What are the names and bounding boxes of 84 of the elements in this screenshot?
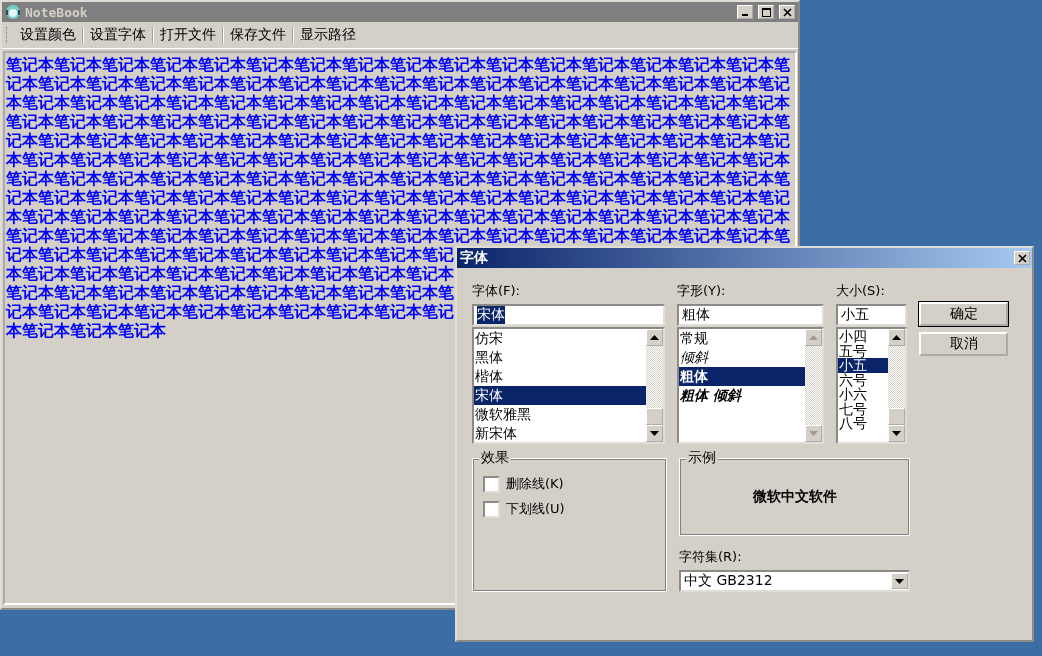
field-label: 字体(F): xyxy=(472,282,521,300)
text-field[interactable]: 宋体 xyxy=(472,304,665,326)
minimize-button[interactable] xyxy=(737,5,753,19)
ok-button[interactable]: 确定 xyxy=(919,302,1008,326)
checkbox-label: 删除线(K) xyxy=(506,475,564,493)
maximize-icon xyxy=(761,7,771,17)
scrollbar[interactable] xyxy=(888,329,905,442)
text-line: 笔记本笔记本笔记本笔记本笔记本笔记本笔记本笔记本笔记本笔记本笔记本笔记本笔记本笔记本笔记本笔记本笔 xyxy=(6,169,790,188)
minimize-icon xyxy=(742,14,748,16)
text-line: 笔记本笔记本笔记本笔记本笔记本笔记本笔记本笔记本笔记本笔记本笔记本笔记本笔记本笔记本笔记本笔记本笔 xyxy=(6,226,790,245)
maximize-button[interactable] xyxy=(758,5,774,19)
scroll-thumb[interactable] xyxy=(646,408,663,425)
list-item[interactable]: 宋体 xyxy=(474,386,646,405)
checkbox[interactable] xyxy=(483,500,500,518)
list-item[interactable]: 微软雅黑 xyxy=(474,405,646,424)
list-item[interactable]: 小四 xyxy=(838,329,888,344)
down-arrow-icon xyxy=(809,431,818,436)
down-arrow-icon xyxy=(892,431,901,436)
toolbar-item[interactable]: 显示路径 xyxy=(294,26,362,44)
text-line: 记本笔记本笔记本笔记本笔记本笔记本笔记本笔记本笔记本笔记本笔记本笔记本笔记本笔记本笔记本笔记本笔记 xyxy=(6,131,790,150)
down-arrow-icon xyxy=(650,431,659,436)
text-line: 本笔记本笔记本笔记本笔记本笔记本笔记本笔记本笔记本笔记本笔记本笔记本笔记本笔记本笔记本笔记本笔记本 xyxy=(6,150,790,169)
app-icon xyxy=(5,4,21,20)
close-icon xyxy=(782,7,792,17)
toolbar-item[interactable]: 保存文件 xyxy=(224,26,292,44)
up-arrow-icon xyxy=(809,335,818,340)
text-line: 笔记本笔记本笔记本笔记本笔记本笔记本笔记本笔记本笔记本笔记本笔记本笔记本笔记本笔记本笔记本笔记本笔 xyxy=(6,112,790,131)
list-item[interactable]: 常规 xyxy=(679,329,805,348)
list-item[interactable]: 八号 xyxy=(838,416,888,431)
field-label: 大小(S): xyxy=(836,282,886,300)
window-title: NoteBook xyxy=(25,4,88,20)
text-line: 记本笔记本笔记本笔记本笔记本笔记本笔记本笔记本笔记本笔记 xyxy=(6,245,454,264)
close-button[interactable] xyxy=(1014,251,1030,265)
scroll-thumb[interactable] xyxy=(888,408,905,425)
checkbox[interactable] xyxy=(483,475,500,493)
list-item[interactable]: 黑体 xyxy=(474,348,646,367)
list-item[interactable]: 小五 xyxy=(838,358,888,373)
close-button[interactable] xyxy=(779,5,795,19)
dialog-title: 字体 xyxy=(460,249,488,267)
up-arrow-icon xyxy=(892,335,901,340)
text-line: 记本笔记本笔记本笔记本笔记本笔记本笔记本笔记本笔记本笔记本笔记本笔记本笔记本笔记本笔记本笔记本笔记 xyxy=(6,188,790,207)
up-arrow-icon xyxy=(650,335,659,340)
list-box[interactable]: 常规 倾斜 粗体 粗体 倾斜 xyxy=(677,327,824,444)
list-box[interactable]: 小四 五号 小五 六号 小六 七号 八号 xyxy=(836,327,907,444)
group-title: 示例 xyxy=(686,449,718,467)
scroll-up-button[interactable] xyxy=(646,329,663,346)
text-line: 记本笔记本笔记本笔记本笔记本笔记本笔记本笔记本笔记本笔记 xyxy=(6,302,454,321)
charset-dropdown[interactable]: 中文 GB2312 xyxy=(679,570,910,592)
list-item[interactable]: 粗体 倾斜 xyxy=(679,386,805,405)
list-box[interactable]: 仿宋 黑体 楷体 宋体 微软雅黑 新宋体 xyxy=(472,327,665,444)
text-line: 记本笔记本笔记本笔记本笔记本笔记本笔记本笔记本笔记本笔记本笔记本笔记本笔记本笔记本笔记本笔记本笔记 xyxy=(6,74,790,93)
text-line: 本笔记本笔记本笔记本笔记本笔记本笔记本笔记本笔记本笔记本笔记本笔记本笔记本笔记本笔记本笔记本笔记本 xyxy=(6,93,790,112)
list-item[interactable]: 仿宋 xyxy=(474,329,646,348)
toolbar-item[interactable]: 设置颜色 xyxy=(14,26,82,44)
scrollbar[interactable] xyxy=(646,329,663,442)
scroll-down-button[interactable] xyxy=(891,573,908,589)
toolbar-item[interactable]: 设置字体 xyxy=(84,26,152,44)
toolbar-item[interactable]: 打开文件 xyxy=(154,26,222,44)
list-item[interactable]: 倾斜 xyxy=(679,348,805,367)
text-line: 本笔记本笔记本笔记本 xyxy=(6,321,166,340)
sample-text: 微软中文软件 xyxy=(752,488,837,506)
cancel-button[interactable]: 取消 xyxy=(919,332,1008,356)
text-field[interactable]: 小五 xyxy=(836,304,907,326)
scroll-down-button[interactable] xyxy=(888,425,905,442)
list-item[interactable]: 楷体 xyxy=(474,367,646,386)
close-icon xyxy=(1017,253,1027,263)
list-item[interactable]: 五号 xyxy=(838,343,888,358)
field-label: 字符集(R): xyxy=(679,548,743,566)
down-arrow-icon xyxy=(895,578,904,584)
scroll-up-button[interactable] xyxy=(888,329,905,346)
checkbox-label: 下划线(U) xyxy=(506,500,565,518)
group-title: 效果 xyxy=(479,449,511,467)
list-item[interactable]: 新宋体 xyxy=(474,424,646,442)
field-label: 字形(Y): xyxy=(677,282,727,300)
list-item[interactable]: 粗体 xyxy=(679,367,805,386)
text-line: 本笔记本笔记本笔记本笔记本笔记本笔记本笔记本笔记本笔记本 xyxy=(6,264,454,283)
scroll-down-button[interactable] xyxy=(646,425,663,442)
list-item[interactable]: 六号 xyxy=(838,372,888,387)
list-item[interactable]: 七号 xyxy=(838,401,888,416)
text-field[interactable]: 粗体 xyxy=(677,304,824,326)
text-line: 本笔记本笔记本笔记本笔记本笔记本笔记本笔记本笔记本笔记本笔记本笔记本笔记本笔记本笔记本笔记本笔记本 xyxy=(6,207,790,226)
text-line: 笔记本笔记本笔记本笔记本笔记本笔记本笔记本笔记本笔记本笔记本笔记本笔记本笔记本笔记本笔记本笔记本笔 xyxy=(6,55,790,74)
text-line: 笔记本笔记本笔记本笔记本笔记本笔记本笔记本笔记本笔记本笔 xyxy=(6,283,454,302)
list-item[interactable]: 小六 xyxy=(838,387,888,402)
